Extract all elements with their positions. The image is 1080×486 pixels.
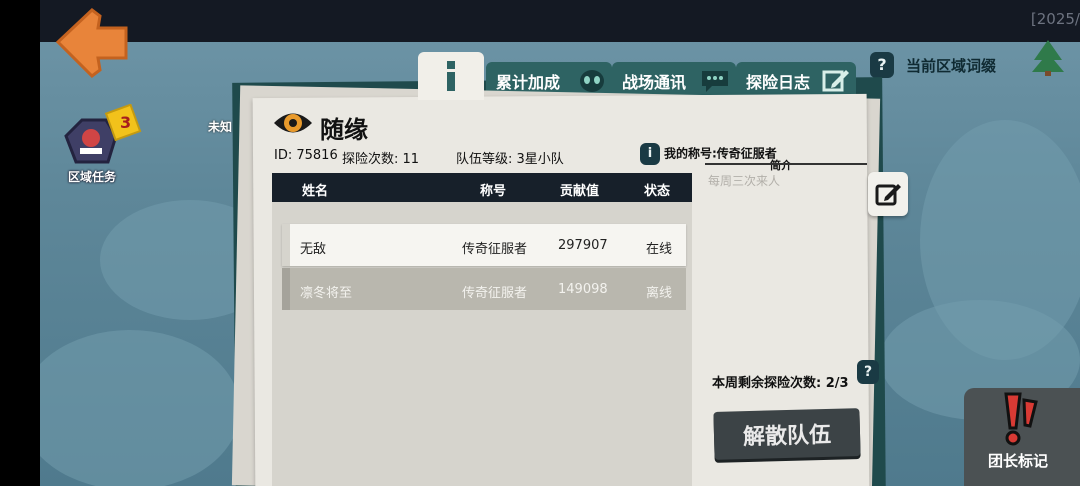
edit-icon <box>875 184 901 206</box>
leader-mark-button[interactable]: 团长标记 <box>964 388 1080 486</box>
edit-icon <box>822 70 849 92</box>
tab-comms-label: 战场通讯 <box>622 73 687 92</box>
help-icon[interactable]: ? <box>857 360 879 384</box>
disband-label: 解散队伍 <box>742 422 832 451</box>
exclamation-icon <box>1004 392 1038 446</box>
member-title: 传奇征服者 <box>462 286 528 301</box>
intro-divider <box>705 163 867 165</box>
explore-count: 探险次数: 11 <box>342 152 420 167</box>
disband-team-button[interactable]: 解散队伍 <box>713 408 861 460</box>
region-affix-text: 当前区域词缀 <box>906 56 997 75</box>
leader-mark-label: 团长标记 <box>988 452 1049 470</box>
row-marker <box>282 268 290 310</box>
help-icon[interactable]: ? <box>870 52 894 78</box>
row-marker <box>282 224 290 266</box>
table-row[interactable]: 无敌 传奇征服者 297907 在线 <box>282 224 686 266</box>
alien-icon <box>580 70 604 92</box>
member-name: 无敌 <box>300 242 327 257</box>
region-quest-label: 区域任务 <box>68 170 117 184</box>
team-id: ID: 75816 <box>274 148 338 163</box>
header-title: 称号 <box>480 184 507 199</box>
weekly-remaining: 本周剩余探险次数: 2/3 <box>712 376 849 391</box>
status-bar: [2025/ <box>40 0 1080 42</box>
team-name: 随缘 <box>320 116 368 144</box>
side-note: 未知 <box>208 120 233 134</box>
my-title: i 我的称号:传奇征服者 <box>640 143 777 165</box>
team-level: 队伍等级: 3星小队 <box>456 152 564 167</box>
tab-bonus-label: 累计加成 <box>496 73 561 92</box>
member-title: 传奇征服者 <box>462 242 528 257</box>
quest-badge: 3 <box>120 113 131 132</box>
info-icon <box>447 61 455 91</box>
table-row[interactable]: 凛冬将至 传奇征服者 149098 离线 <box>282 268 686 310</box>
my-title-text: 我的称号:传奇征服者 <box>664 146 777 161</box>
member-status: 离线 <box>646 286 673 301</box>
tab-info[interactable] <box>418 52 484 100</box>
member-table-header: 姓名 称号 贡献值 状态 <box>272 173 692 202</box>
time-text: [2025/ <box>1030 10 1080 28</box>
game-scene: [2025/ ? 当前区域词缀 3 区域任务 未知 累计加成 战场通讯 探险日志… <box>40 0 1080 486</box>
eye-icon <box>274 113 312 133</box>
edit-intro-button[interactable] <box>868 172 908 216</box>
header-contribution: 贡献值 <box>560 184 600 199</box>
intro-title: 简介 <box>770 159 792 172</box>
member-name: 凛冬将至 <box>300 286 353 301</box>
tab-log-label: 探险日志 <box>746 73 811 92</box>
header-status: 状态 <box>644 184 671 199</box>
chat-icon <box>702 71 728 92</box>
member-contribution: 297907 <box>558 238 608 253</box>
member-status: 在线 <box>646 242 673 257</box>
header-name: 姓名 <box>302 184 329 199</box>
back-arrow-icon <box>55 8 128 78</box>
intro-text: 每周三次来人 <box>708 174 781 188</box>
back-button[interactable] <box>54 6 130 78</box>
title-help-icon[interactable]: i <box>640 143 660 165</box>
tree-icon[interactable] <box>1028 38 1068 78</box>
bg-rock <box>40 330 240 486</box>
member-contribution: 149098 <box>558 282 608 297</box>
